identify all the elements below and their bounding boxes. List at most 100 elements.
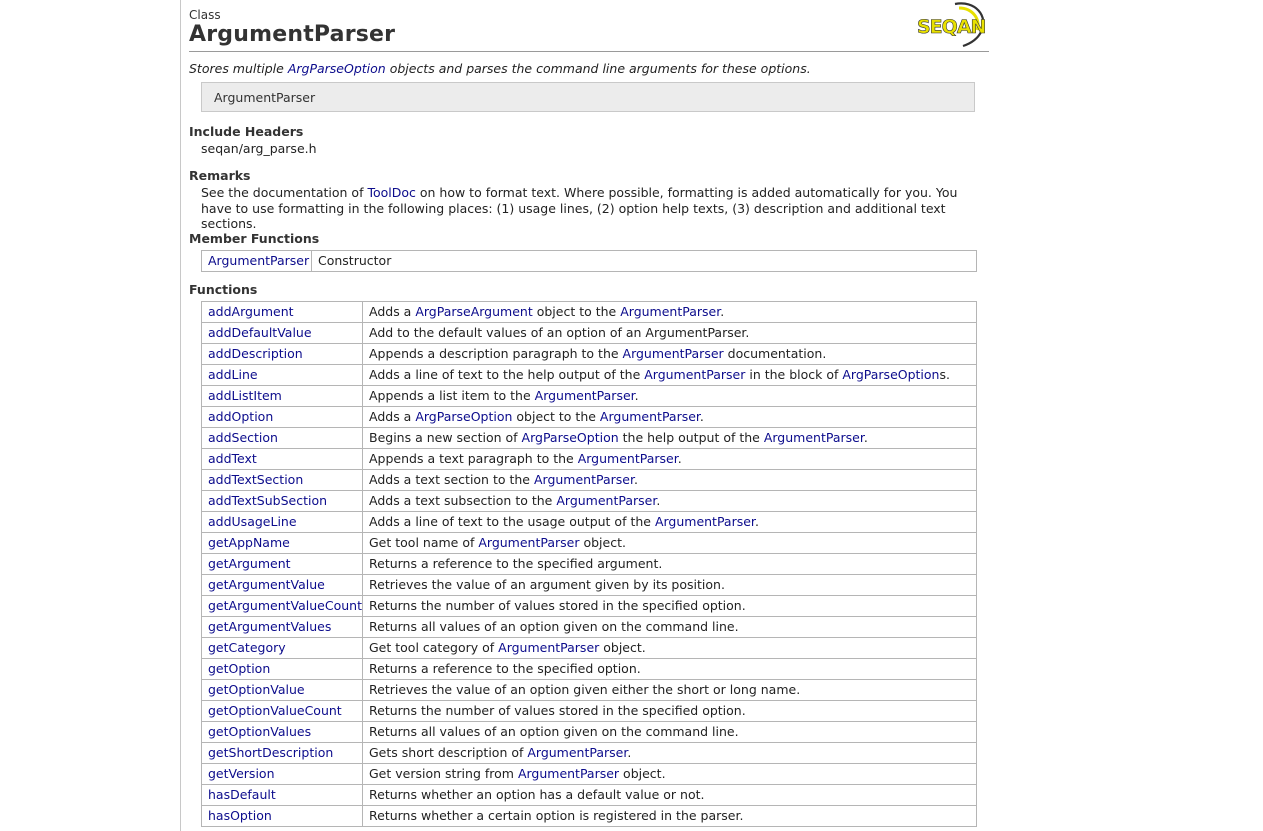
function-link-addoption[interactable]: addOption <box>208 409 273 424</box>
function-description-cell: Constructor <box>311 250 977 272</box>
table-row: getCategory Get tool category of Argument… <box>201 637 977 659</box>
table-row: getArgument Returns a reference to the sp… <box>201 553 977 575</box>
function-link-adddescription[interactable]: addDescription <box>208 346 303 361</box>
function-link-getappname[interactable]: getAppName <box>208 535 290 550</box>
description-text: . <box>699 409 704 424</box>
function-link-argumentparser[interactable]: ArgumentParser <box>208 253 309 268</box>
table-row: hasOption Returns whether a certain optio… <box>201 805 977 827</box>
description-link-argumentparser[interactable]: ArgumentParser <box>578 451 678 466</box>
function-link-addusageline[interactable]: addUsageLine <box>208 514 297 529</box>
description-link-argparseoption[interactable]: ArgParseOption <box>415 409 512 424</box>
function-link-addargument[interactable]: addArgument <box>208 304 294 319</box>
member-functions-heading: Member Functions <box>189 231 320 246</box>
function-description-cell: Returns the number of values stored in t… <box>362 595 977 617</box>
description-link-argumentparser[interactable]: ArgumentParser <box>764 430 864 445</box>
function-link-getversion[interactable]: getVersion <box>208 766 275 781</box>
function-link-getoption[interactable]: getOption <box>208 661 270 676</box>
summary-link-argparseoption[interactable]: ArgParseOption <box>288 61 386 76</box>
function-link-addline[interactable]: addLine <box>208 367 258 382</box>
function-name-cell: getShortDescription <box>201 742 363 764</box>
function-description-cell: Get version string from ArgumentParser o… <box>362 763 977 785</box>
function-description-cell: Returns all values of an option given on… <box>362 721 977 743</box>
description-text: object. <box>619 766 666 781</box>
table-row: getShortDescription Gets short descriptio… <box>201 742 977 764</box>
description-text: Adds a line of text to the usage output … <box>369 514 655 529</box>
table-row: ArgumentParser Constructor <box>201 250 977 272</box>
description-link-argumentparser[interactable]: ArgumentParser <box>527 745 627 760</box>
function-description-cell: Adds a line of text to the usage output … <box>362 511 977 533</box>
description-text: Returns the number of values stored in t… <box>369 703 746 718</box>
table-row: addText Appends a text paragraph to the A… <box>201 448 977 470</box>
description-link-argumentparser[interactable]: ArgumentParser <box>623 346 724 361</box>
function-link-addtextsubsection[interactable]: addTextSubSection <box>208 493 327 508</box>
function-name-cell: ArgumentParser <box>201 250 312 272</box>
function-name-cell: addTextSection <box>201 469 363 491</box>
seqan-logo[interactable]: SEQAN <box>915 0 989 48</box>
function-name-cell: addListItem <box>201 385 363 407</box>
function-link-hasdefault[interactable]: hasDefault <box>208 787 276 802</box>
description-link-argumentparser[interactable]: ArgumentParser <box>518 766 619 781</box>
function-name-cell: getAppName <box>201 532 363 554</box>
function-description-cell: Appends a text paragraph to the Argument… <box>362 448 977 470</box>
function-link-getoptionvalues[interactable]: getOptionValues <box>208 724 311 739</box>
table-row: addUsageLine Adds a line of text to the u… <box>201 511 977 533</box>
functions-heading: Functions <box>189 282 258 297</box>
page-title: ArgumentParser <box>189 22 396 47</box>
description-text: Adds a text subsection to the <box>369 493 557 508</box>
table-row: addLine Adds a line of text to the help o… <box>201 364 977 386</box>
function-name-cell: getOptionValues <box>201 721 363 743</box>
description-text: Retrieves the value of an argument given… <box>369 577 725 592</box>
function-link-getoptionvalue[interactable]: getOptionValue <box>208 682 305 697</box>
table-row: addDescription Appends a description para… <box>201 343 977 365</box>
description-link-argparseoption[interactable]: ArgParseOption <box>522 430 619 445</box>
function-description-cell: Adds a text section to the ArgumentParse… <box>362 469 977 491</box>
function-link-getoptionvaluecount[interactable]: getOptionValueCount <box>208 703 342 718</box>
description-text: Returns the number of values stored in t… <box>369 598 746 613</box>
description-link-argumentparser[interactable]: ArgumentParser <box>644 367 745 382</box>
functions-table: addArgument Adds a ArgParseArgument objec… <box>201 301 977 827</box>
member-functions-table: ArgumentParser Constructor <box>201 250 977 272</box>
title-divider <box>189 51 989 52</box>
function-name-cell: getArgumentValueCount <box>201 595 363 617</box>
description-link-argumentparser[interactable]: ArgumentParser <box>478 535 579 550</box>
function-link-getargumentvalues[interactable]: getArgumentValues <box>208 619 331 634</box>
table-row: getArgumentValues Returns all values of a… <box>201 616 977 638</box>
function-link-getargumentvaluecount[interactable]: getArgumentValueCount <box>208 598 362 613</box>
description-text: Retrieves the value of an option given e… <box>369 682 801 697</box>
function-link-getargumentvalue[interactable]: getArgumentValue <box>208 577 325 592</box>
remarks-link-tooldoc[interactable]: ToolDoc <box>367 185 415 200</box>
description-link-argumentparser[interactable]: ArgumentParser <box>498 640 599 655</box>
description-text: Adds a <box>369 304 416 319</box>
description-link-argparseargument[interactable]: ArgParseArgument <box>415 304 532 319</box>
description-text: Returns all values of an option given on… <box>369 619 739 634</box>
description-text: Appends a text paragraph to the <box>369 451 578 466</box>
description-link-argumentparser[interactable]: ArgumentParser <box>556 493 656 508</box>
description-text: . <box>656 493 661 508</box>
description-text: Returns whether an option has a default … <box>369 787 705 802</box>
logo-text: SEQAN <box>917 16 986 38</box>
function-description-cell: Retrieves the value of an argument given… <box>362 574 977 596</box>
description-link-argumentparser[interactable]: ArgumentParser <box>655 514 755 529</box>
function-link-addtextsection[interactable]: addTextSection <box>208 472 303 487</box>
description-link-argumentparser[interactable]: ArgumentParser <box>620 304 720 319</box>
function-link-addtext[interactable]: addText <box>208 451 257 466</box>
description-text: Returns all values of an option given on… <box>369 724 739 739</box>
description-link-argumentparser[interactable]: ArgumentParser <box>534 472 634 487</box>
function-link-getargument[interactable]: getArgument <box>208 556 291 571</box>
description-text: Returns a reference to the specified arg… <box>369 556 663 571</box>
table-row: addTextSection Adds a text section to the… <box>201 469 977 491</box>
description-link-argparseoption[interactable]: ArgParseOption <box>842 367 939 382</box>
function-link-addlistitem[interactable]: addListItem <box>208 388 282 403</box>
function-link-getshortdescription[interactable]: getShortDescription <box>208 745 333 760</box>
function-link-getcategory[interactable]: getCategory <box>208 640 286 655</box>
function-link-addsection[interactable]: addSection <box>208 430 278 445</box>
function-name-cell: hasDefault <box>201 784 363 806</box>
function-link-adddefaultvalue[interactable]: addDefaultValue <box>208 325 312 340</box>
include-header-value: seqan/arg_parse.h <box>201 141 317 156</box>
description-link-argumentparser[interactable]: ArgumentParser <box>600 409 700 424</box>
description-link-argumentparser[interactable]: ArgumentParser <box>535 388 635 403</box>
description-text: documentation. <box>723 346 827 361</box>
function-link-hasoption[interactable]: hasOption <box>208 808 272 823</box>
function-name-cell: getCategory <box>201 637 363 659</box>
description-text: Adds a line of text to the help output o… <box>369 367 645 382</box>
